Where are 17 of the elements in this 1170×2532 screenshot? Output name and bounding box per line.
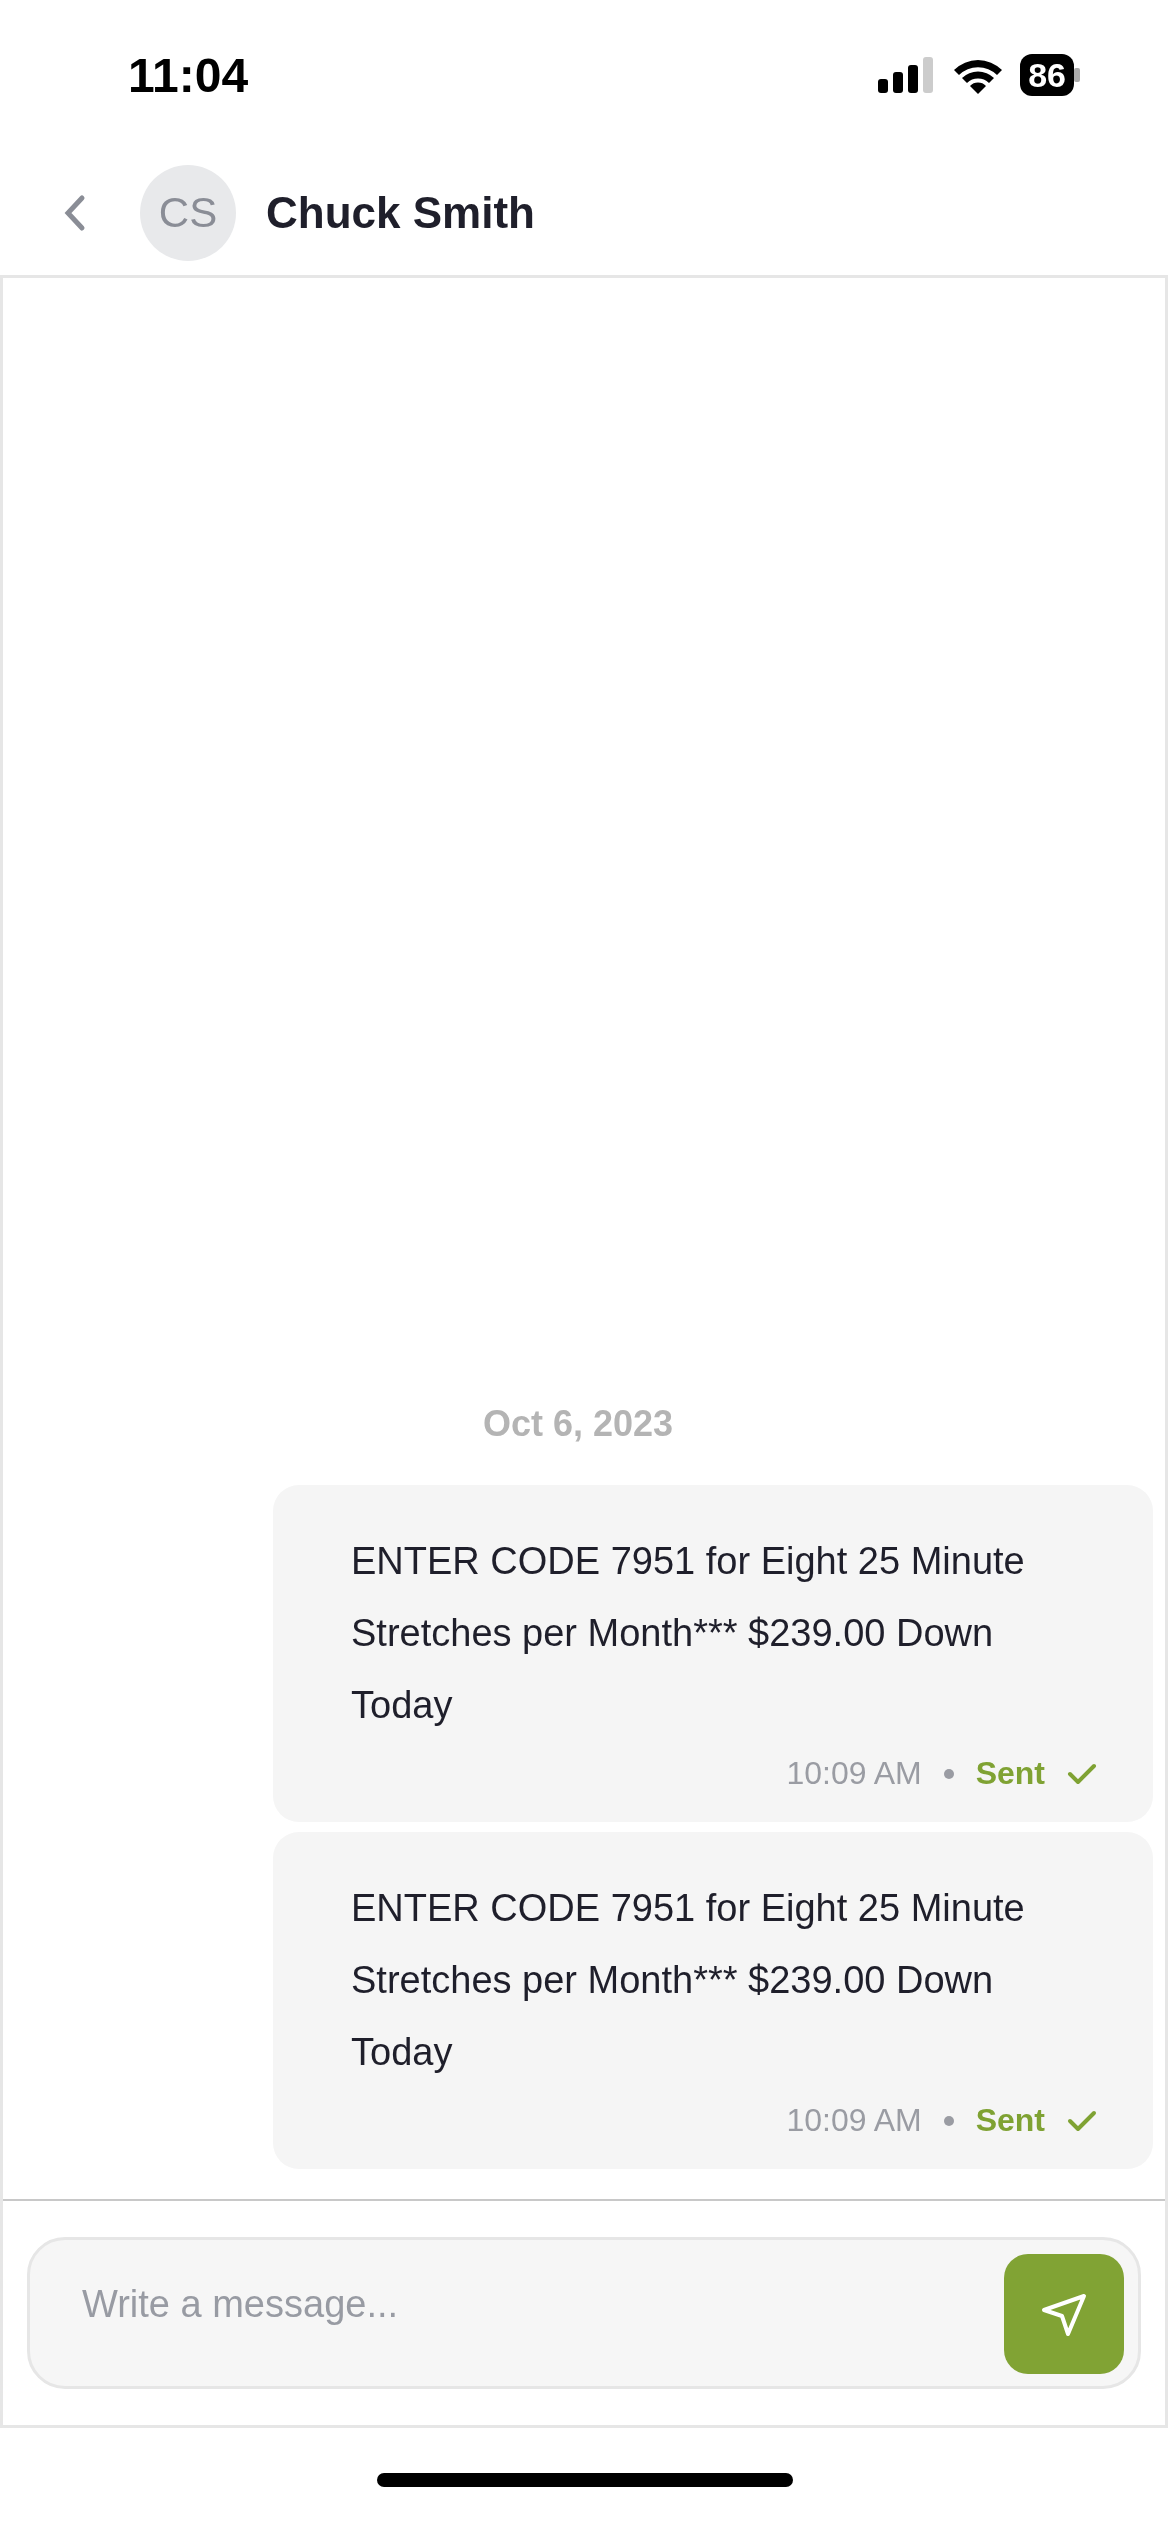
date-label: Oct 6, 2023 (482, 1403, 674, 1445)
message-time: 10:09 AM (786, 1755, 922, 1792)
message-text: ENTER CODE 7951 for Eight 25 Minute Stretches per Month*** $239.00 Down Today (351, 1886, 1026, 2075)
separator-dot (943, 2115, 954, 2126)
status-time: 11:04 (128, 47, 249, 103)
avatar: CS (140, 164, 236, 261)
message-status: Sent (975, 2102, 1045, 2139)
check-icon (1067, 1761, 1097, 1786)
send-button[interactable] (1004, 2254, 1124, 2374)
message-text: ENTER CODE 7951 for Eight 25 Minute Stretches per Month*** $239.00 Down Today (351, 1539, 1026, 1728)
check-icon (1067, 2108, 1097, 2133)
contact-name: Chuck Smith (266, 187, 535, 238)
message-field[interactable]: Write a message... (80, 2282, 1004, 2327)
message-time: 10:09 AM (786, 2102, 922, 2139)
message-status: Sent (975, 1755, 1045, 1792)
separator-dot (943, 1768, 954, 1779)
back-icon[interactable] (64, 193, 86, 232)
